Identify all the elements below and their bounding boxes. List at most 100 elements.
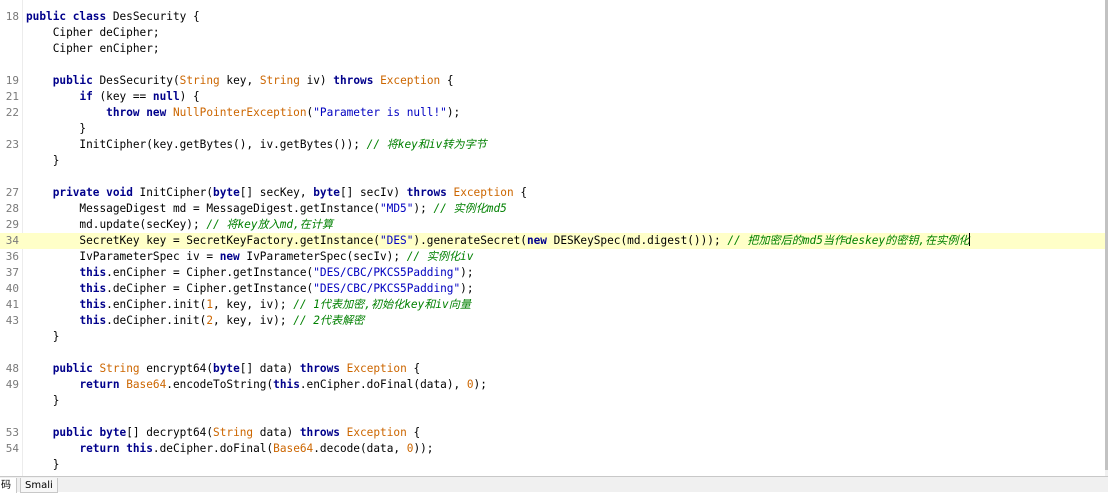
keyword-token: byte bbox=[213, 362, 240, 375]
code-line[interactable]: } bbox=[0, 457, 1105, 473]
keyword-token: return this bbox=[79, 442, 153, 455]
code-line[interactable]: 29 md.update(secKey); // 将key放入md,在计算 bbox=[0, 217, 1105, 233]
code-token: .deCipher.init( bbox=[106, 314, 207, 327]
number-token: 0 bbox=[466, 378, 474, 391]
code-line[interactable]: } bbox=[0, 121, 1105, 137]
code-line[interactable]: } bbox=[0, 329, 1105, 345]
keyword-token: if bbox=[79, 90, 100, 103]
code-editor[interactable]: 18 public class DesSecurity { Cipher deCi… bbox=[0, 0, 1105, 476]
code-line[interactable]: 37 this.enCipher = Cipher.getInstance("D… bbox=[0, 265, 1105, 281]
code-line[interactable]: 41 this.enCipher.init(1, key, iv); // 1代… bbox=[0, 297, 1105, 313]
code-token: InitCipher( bbox=[139, 186, 214, 199]
string-token: "MD5" bbox=[380, 202, 414, 215]
code-token: } bbox=[26, 394, 60, 407]
code-text: MessageDigest md = MessageDigest.getInst… bbox=[26, 201, 506, 217]
code-line[interactable]: 34 SecretKey key = SecretKeyFactory.getI… bbox=[0, 233, 1105, 249]
code-token: ) { bbox=[179, 90, 200, 103]
code-text: public DesSecurity(String key, String iv… bbox=[26, 73, 454, 89]
code-token: , key, iv); bbox=[213, 298, 294, 311]
code-line[interactable]: } bbox=[0, 393, 1105, 409]
code-token: } bbox=[26, 458, 60, 471]
code-line[interactable]: 43 this.deCipher.init(2, key, iv); // 2代… bbox=[0, 313, 1105, 329]
code-line[interactable]: 49 return Base64.encodeToString(this.enC… bbox=[0, 377, 1105, 393]
code-line[interactable]: 19 public DesSecurity(String key, String… bbox=[0, 73, 1105, 89]
comment-token: // 将key放入md,在计算 bbox=[206, 218, 334, 231]
type-token: Exception bbox=[346, 362, 414, 375]
code-token: key, bbox=[226, 74, 260, 87]
code-text: public String encrypt64(byte[] data) thr… bbox=[26, 361, 420, 377]
code-line[interactable]: 27 private void InitCipher(byte[] secKey… bbox=[0, 185, 1105, 201]
code-token: data) bbox=[259, 426, 300, 439]
code-token: .deCipher = Cipher.getInstance( bbox=[106, 282, 314, 295]
line-number: 37 bbox=[5, 266, 19, 279]
keyword-token: throws bbox=[299, 426, 347, 439]
line-number: 19 bbox=[5, 74, 19, 87]
code-line[interactable] bbox=[0, 345, 1105, 361]
string-token: "Parameter is null!" bbox=[313, 106, 447, 119]
code-line[interactable]: 28 MessageDigest md = MessageDigest.getI… bbox=[0, 201, 1105, 217]
code-line[interactable]: } bbox=[0, 153, 1105, 169]
code-text: Cipher enCipher; bbox=[26, 41, 160, 57]
type-token: Base64 bbox=[273, 442, 314, 455]
code-token: ).generateSecret( bbox=[413, 234, 527, 247]
code-token: .enCipher.doFinal(data), bbox=[299, 378, 467, 391]
keyword-token: return bbox=[79, 378, 127, 391]
code-line[interactable] bbox=[0, 169, 1105, 185]
code-token: [] data) bbox=[239, 362, 300, 375]
code-token: [] secKey, bbox=[239, 186, 314, 199]
code-line[interactable] bbox=[0, 57, 1105, 73]
comment-token: // 1代表加密,初始化key和iv向量 bbox=[293, 298, 471, 311]
code-text: this.enCipher.init(1, key, iv); // 1代表加密… bbox=[26, 297, 471, 313]
type-token: Exception bbox=[346, 426, 414, 439]
code-text: IvParameterSpec iv = new IvParameterSpec… bbox=[26, 249, 473, 265]
code-text: public byte[] decrypt64(String data) thr… bbox=[26, 425, 420, 441]
code-line[interactable]: 18 public class DesSecurity { bbox=[0, 9, 1105, 25]
code-line[interactable] bbox=[0, 409, 1105, 425]
tab-smali[interactable]: Smali bbox=[20, 478, 58, 493]
code-line[interactable]: 54 return this.deCipher.doFinal(Base64.d… bbox=[0, 441, 1105, 457]
line-number: 29 bbox=[5, 218, 19, 231]
code-line[interactable]: 48 public String encrypt64(byte[] data) … bbox=[0, 361, 1105, 377]
tab-code[interactable]: 码 bbox=[0, 478, 17, 493]
code-line[interactable]: 40 this.deCipher = Cipher.getInstance("D… bbox=[0, 281, 1105, 297]
code-line[interactable]: Cipher deCipher; bbox=[0, 25, 1105, 41]
keyword-token: private void bbox=[52, 186, 140, 199]
string-token: "DES/CBC/PKCS5Padding" bbox=[313, 266, 461, 279]
type-token: Exception bbox=[380, 74, 447, 87]
code-text: Cipher deCipher; bbox=[26, 25, 160, 41]
code-line[interactable]: 21 if (key == null) { bbox=[0, 89, 1105, 105]
type-token: String bbox=[99, 362, 147, 375]
code-text: SecretKey key = SecretKeyFactory.getInst… bbox=[26, 233, 971, 249]
code-text: this.deCipher = Cipher.getInstance("DES/… bbox=[26, 281, 473, 297]
code-token: ); bbox=[473, 378, 487, 391]
code-token: InitCipher(key.getBytes(), iv.getBytes()… bbox=[26, 138, 367, 151]
string-token: "DES/CBC/PKCS5Padding" bbox=[313, 282, 461, 295]
line-number: 53 bbox=[5, 426, 19, 439]
line-number: 36 bbox=[5, 250, 19, 263]
code-token: IvParameterSpec iv = bbox=[26, 250, 220, 263]
code-line[interactable]: 23 InitCipher(key.getBytes(), iv.getByte… bbox=[0, 137, 1105, 153]
code-token: encrypt64( bbox=[146, 362, 214, 375]
code-token: SecretKey key = SecretKeyFactory.getInst… bbox=[26, 234, 380, 247]
code-text: this.enCipher = Cipher.getInstance("DES/… bbox=[26, 265, 473, 281]
code-line[interactable]: 36 IvParameterSpec iv = new IvParameterS… bbox=[0, 249, 1105, 265]
code-text: md.update(secKey); // 将key放入md,在计算 bbox=[26, 217, 333, 233]
code-token: DesSecurity { bbox=[112, 10, 200, 23]
line-number: 34 bbox=[5, 234, 19, 247]
line-number: 40 bbox=[5, 282, 19, 295]
code-token: DESKeySpec(md.digest())); bbox=[553, 234, 728, 247]
code-line[interactable]: 22 throw new NullPointerException("Param… bbox=[0, 105, 1105, 121]
code-token: Cipher deCipher; bbox=[26, 26, 160, 39]
code-token: .deCipher.doFinal( bbox=[152, 442, 274, 455]
code-line[interactable]: 53 public byte[] decrypt64(String data) … bbox=[0, 425, 1105, 441]
keyword-token: byte bbox=[213, 186, 240, 199]
code-line[interactable]: Cipher enCipher; bbox=[0, 41, 1105, 57]
code-text: } bbox=[26, 153, 60, 169]
keyword-token: byte bbox=[313, 186, 340, 199]
keyword-token: this bbox=[79, 298, 107, 311]
